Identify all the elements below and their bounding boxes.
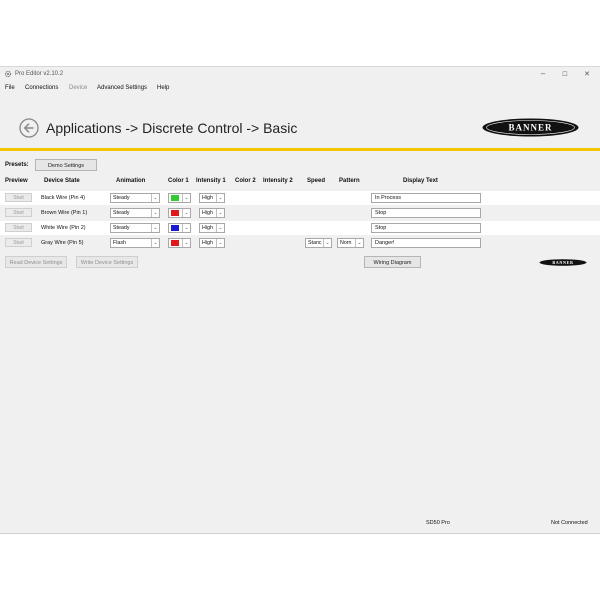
chevron-down-icon: ⌄: [151, 224, 159, 232]
device-state-label: Black Wire (Pin 4): [41, 195, 86, 201]
table-row: Start White Wire (Pin 2) Steady ⌄ ⌄ High ⌄…: [0, 221, 600, 235]
speed-select[interactable]: Stanc ⌄: [305, 238, 332, 248]
animation-select[interactable]: Steady ⌄: [110, 193, 160, 203]
menu-device[interactable]: Device: [69, 85, 87, 91]
pattern-select[interactable]: Norn ⌄: [337, 238, 364, 248]
animation-select[interactable]: Steady ⌄: [110, 208, 160, 218]
presets-label: Presets:: [5, 162, 29, 168]
chevron-down-icon: ⌄: [216, 194, 224, 202]
page-breadcrumb: Applications -> Discrete Control -> Basi…: [46, 120, 298, 136]
chevron-down-icon: ⌄: [151, 239, 159, 247]
device-model-status: SD50 Pro: [426, 520, 450, 526]
column-display-text: Display Text: [403, 178, 438, 184]
color-swatch: [171, 240, 179, 246]
display-text-field[interactable]: Stop: [371, 223, 481, 233]
intensity1-select[interactable]: High ⌄: [199, 223, 225, 233]
table-row: Start Brown Wire (Pin 1) Steady ⌄ ⌄ High ⌄…: [0, 206, 600, 220]
menu-file[interactable]: File: [5, 85, 15, 91]
table-row: Start Gray Wire (Pin 5) Flash ⌄ ⌄ High ⌄ S…: [0, 236, 600, 250]
maximize-button[interactable]: ☐: [558, 71, 572, 78]
back-arrow-icon[interactable]: [19, 118, 39, 138]
animation-select[interactable]: Steady ⌄: [110, 223, 160, 233]
menu-connections[interactable]: Connections: [25, 85, 58, 91]
banner-logo-small: BANNER: [539, 259, 587, 266]
color-swatch: [171, 195, 179, 201]
minimize-button[interactable]: –: [536, 69, 550, 78]
color1-select[interactable]: ⌄: [168, 193, 191, 203]
app-gear-icon: [4, 70, 12, 78]
banner-logo-small-text: BANNER: [552, 260, 574, 265]
chevron-down-icon: ⌄: [216, 224, 224, 232]
start-preview-button[interactable]: Start: [5, 208, 32, 217]
start-preview-button[interactable]: Start: [5, 223, 32, 232]
color-swatch: [171, 210, 179, 216]
column-color-1: Color 1: [168, 178, 189, 184]
chevron-down-icon: ⌄: [151, 209, 159, 217]
write-device-settings-button[interactable]: Write Device Settings: [76, 256, 138, 268]
device-state-label: White Wire (Pin 2): [41, 225, 86, 231]
chevron-down-icon: ⌄: [182, 239, 190, 247]
device-state-label: Gray Wire (Pin 5): [41, 240, 84, 246]
table-row: Start Black Wire (Pin 4) Steady ⌄ ⌄ High ⌄…: [0, 191, 600, 205]
display-text-field[interactable]: In Process: [371, 193, 481, 203]
chevron-down-icon: ⌄: [182, 224, 190, 232]
display-text-field[interactable]: Stop: [371, 208, 481, 218]
banner-logo-text: BANNER: [508, 123, 552, 133]
intensity1-select[interactable]: High ⌄: [199, 238, 225, 248]
window-title: Pro Editor v2.10.2: [15, 71, 64, 77]
chevron-down-icon: ⌄: [323, 239, 331, 247]
chevron-down-icon: ⌄: [216, 209, 224, 217]
animation-select[interactable]: Flash ⌄: [110, 238, 160, 248]
column-preview: Preview: [5, 178, 28, 184]
accent-divider: [0, 148, 600, 151]
chevron-down-icon: ⌄: [182, 209, 190, 217]
column-intensity-1: Intensity 1: [196, 178, 226, 184]
intensity1-select[interactable]: High ⌄: [199, 193, 225, 203]
column-pattern: Pattern: [339, 178, 360, 184]
color1-select[interactable]: ⌄: [168, 238, 191, 248]
close-button[interactable]: ✕: [580, 70, 594, 78]
column-speed: Speed: [307, 178, 326, 184]
title-bar: Pro Editor v2.10.2 – ☐ ✕: [0, 67, 600, 83]
column-color-2: Color 2: [235, 178, 256, 184]
menu-advanced-settings[interactable]: Advanced Settings: [97, 85, 147, 91]
connection-status: Not Connected: [551, 520, 588, 526]
column-animation: Animation: [116, 178, 146, 184]
start-preview-button[interactable]: Start: [5, 238, 32, 247]
color1-select[interactable]: ⌄: [168, 208, 191, 218]
color1-select[interactable]: ⌄: [168, 223, 191, 233]
chevron-down-icon: ⌄: [355, 239, 363, 247]
read-device-settings-button[interactable]: Read Device Settings: [5, 256, 67, 268]
banner-logo: BANNER: [482, 118, 579, 137]
column-device-state: Device State: [44, 178, 80, 184]
chevron-down-icon: ⌄: [216, 239, 224, 247]
intensity1-select[interactable]: High ⌄: [199, 208, 225, 218]
color-swatch: [171, 225, 179, 231]
wiring-diagram-button[interactable]: Wiring Diagram: [364, 256, 421, 268]
chevron-down-icon: ⌄: [151, 194, 159, 202]
column-intensity-2: Intensity 2: [263, 178, 293, 184]
chevron-down-icon: ⌄: [182, 194, 190, 202]
demo-settings-button[interactable]: Demo Settings: [35, 159, 97, 171]
device-state-label: Brown Wire (Pin 1): [41, 210, 88, 216]
start-preview-button[interactable]: Start: [5, 193, 32, 202]
display-text-field[interactable]: Danger!: [371, 238, 481, 248]
menu-help[interactable]: Help: [157, 85, 169, 91]
